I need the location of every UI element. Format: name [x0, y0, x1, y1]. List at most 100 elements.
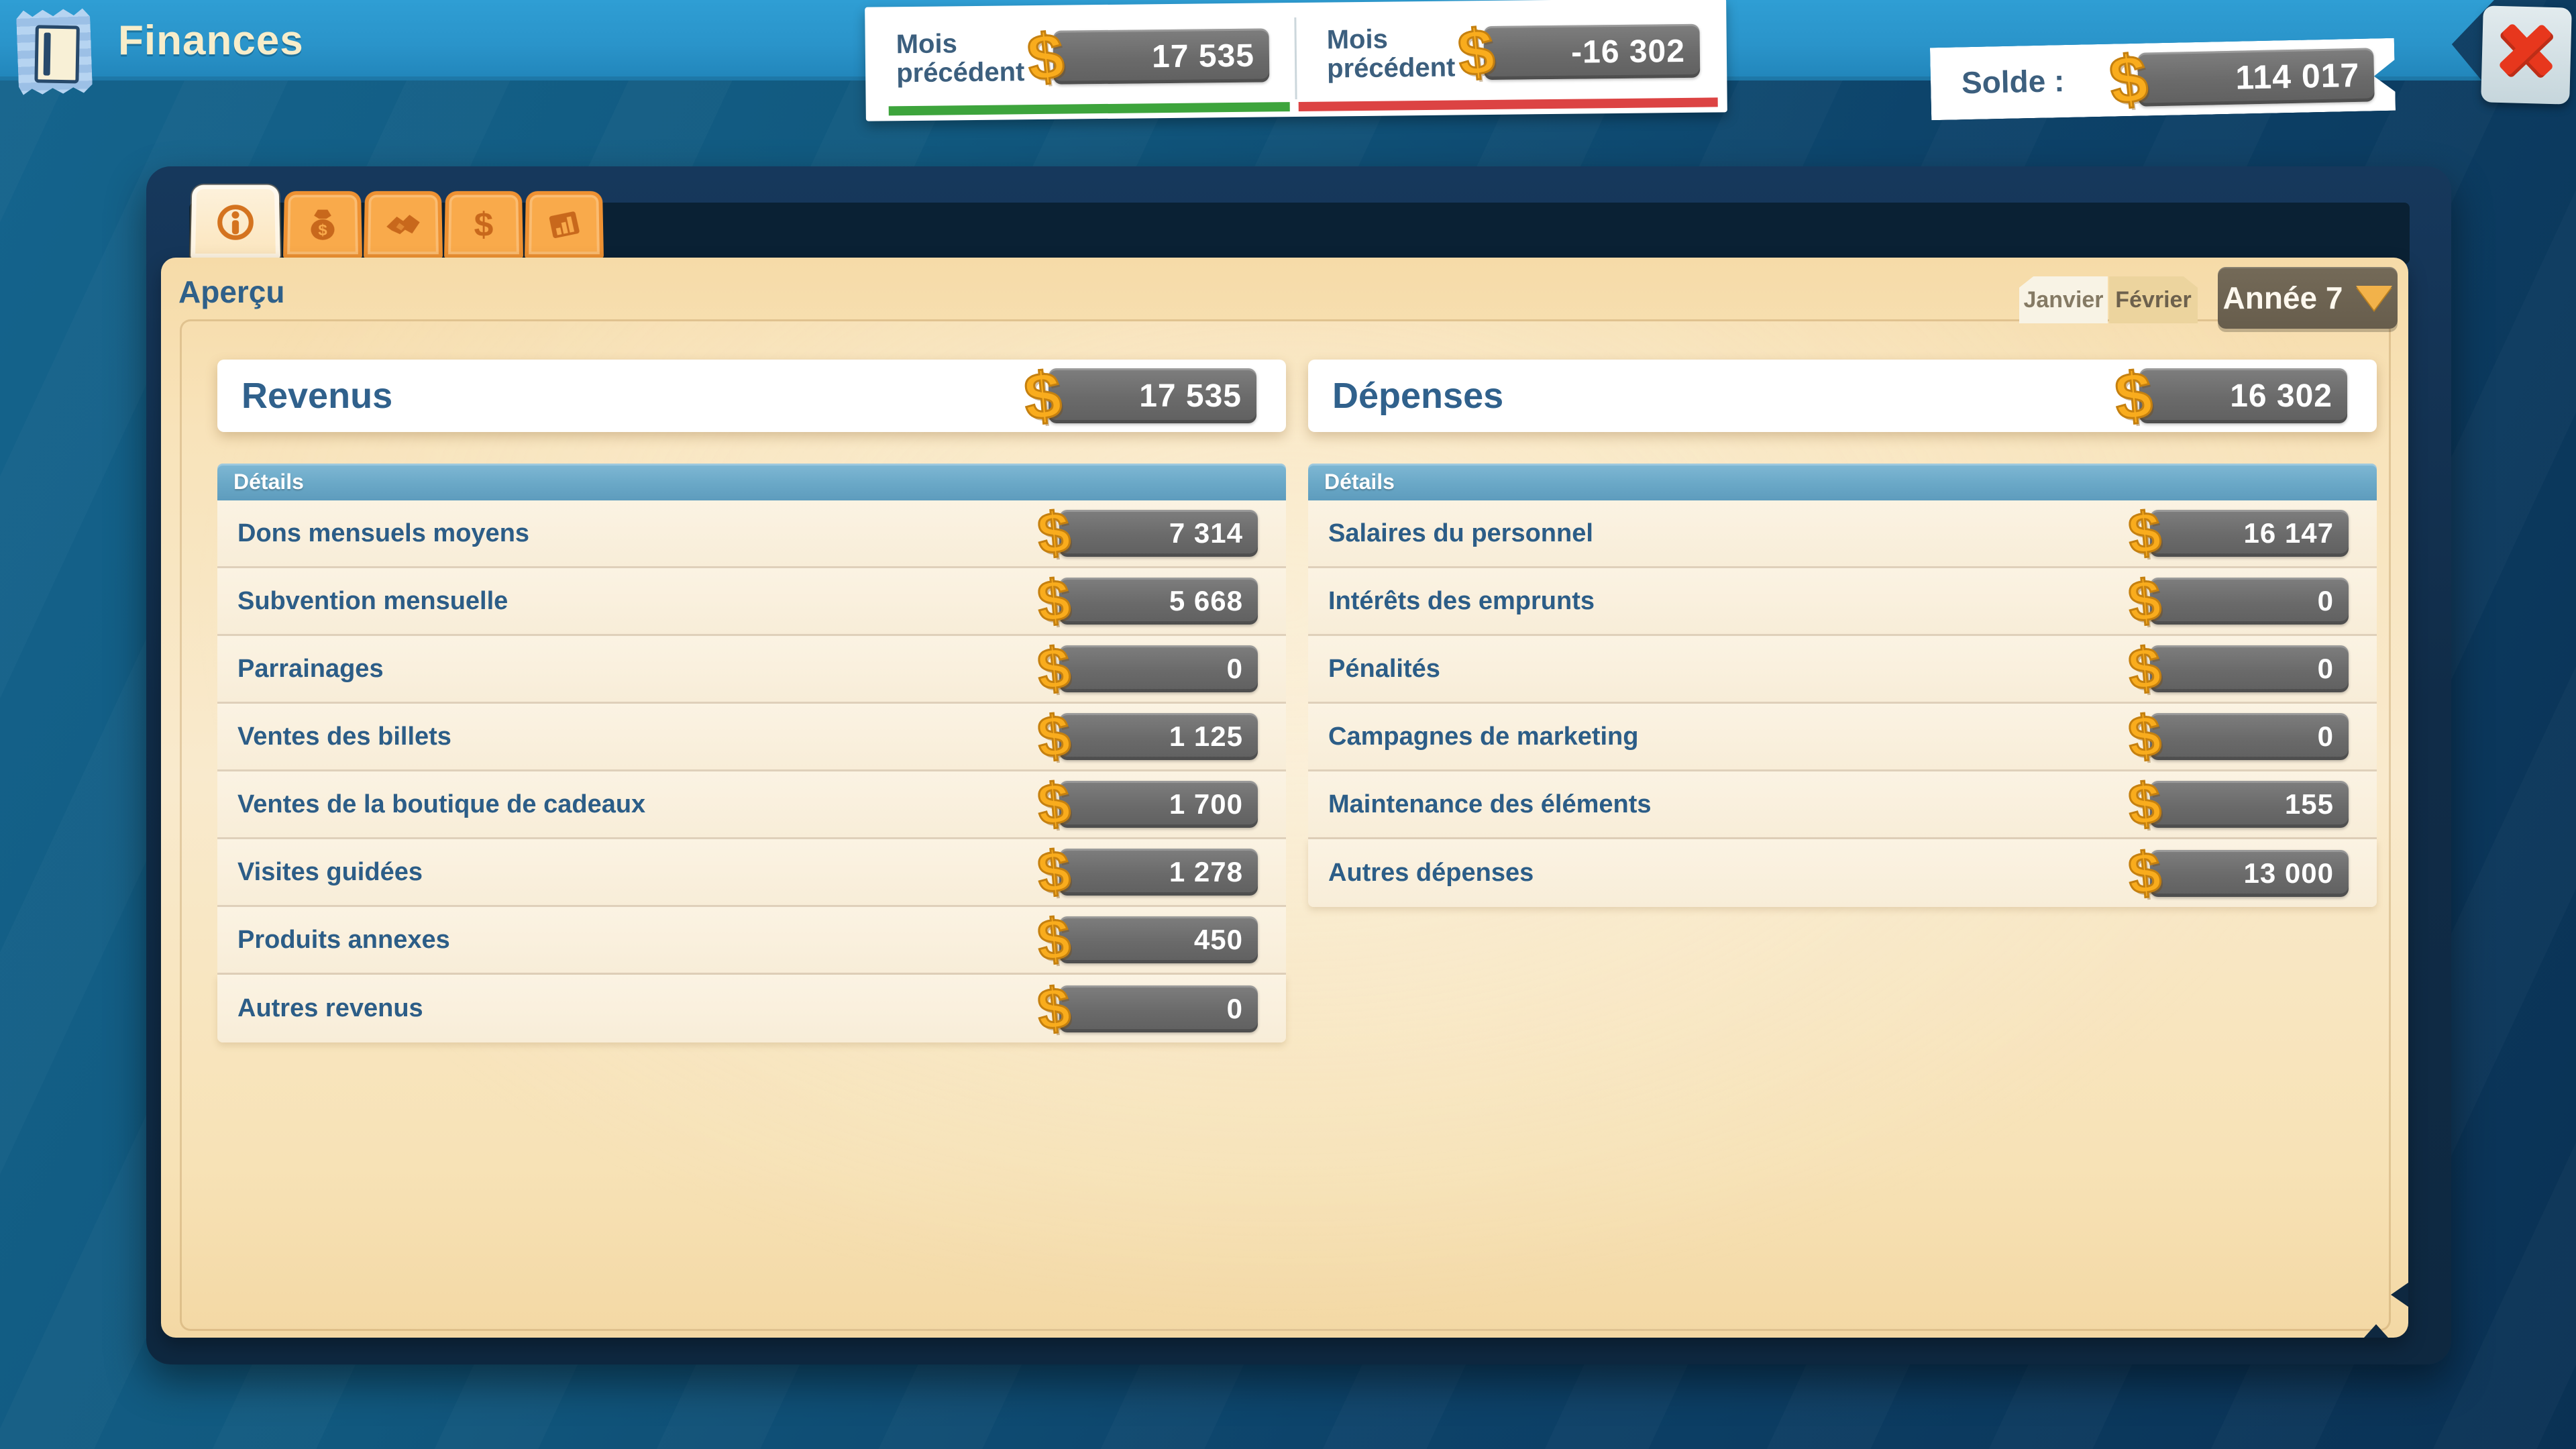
dollar-icon: $	[1035, 503, 1072, 564]
handshake-icon	[382, 205, 424, 245]
dollar-icon: $	[1455, 19, 1497, 87]
income-details-header: Détails	[217, 464, 1286, 500]
value-pill: -16 302	[1483, 24, 1700, 80]
value-pill: 1 278	[1059, 849, 1258, 896]
dollar-icon: $	[464, 205, 504, 244]
table-row: Salaires du personnel $16 147	[1308, 500, 2377, 568]
table-row: Campagnes de marketing $0	[1308, 704, 2377, 771]
tab-money[interactable]: $	[444, 191, 523, 258]
close-button[interactable]	[2481, 5, 2572, 104]
tab-overview[interactable]	[191, 185, 280, 258]
money-value: $ -16 302	[1483, 24, 1700, 80]
overview-panel: Aperçu Janvier Février Année 7 Revenus $…	[161, 258, 2408, 1338]
table-row: Intérêts des emprunts $0	[1308, 568, 2377, 636]
chevron-down-icon	[2356, 286, 2392, 310]
row-label: Ventes des billets	[217, 722, 1059, 751]
value-pill: 0	[2150, 645, 2349, 692]
row-label: Subvention mensuelle	[217, 587, 1059, 616]
dollar-icon: $	[1024, 24, 1067, 92]
money-value: $ 17 535	[1049, 368, 1256, 423]
dollar-icon: $	[1035, 842, 1072, 902]
money-value: $0	[2150, 578, 2349, 625]
panel-notch-right	[2391, 1283, 2408, 1307]
money-value: $0	[1059, 985, 1258, 1032]
dollar-icon: $	[1035, 571, 1072, 631]
dollar-icon: $	[1035, 639, 1072, 699]
svg-text:$: $	[474, 205, 494, 244]
table-row: Dons mensuels moyens $7 314	[217, 500, 1286, 568]
dollar-icon: $	[1035, 706, 1072, 767]
dollar-icon: $	[2126, 571, 2163, 631]
expenses-table: Salaires du personnel $16 147 Intérêts d…	[1308, 500, 2377, 907]
dollar-icon: $	[2126, 706, 2163, 767]
tab-charts[interactable]	[525, 191, 604, 258]
table-row: Produits annexes $450	[217, 907, 1286, 975]
expenses-details-header: Détails	[1308, 464, 2377, 500]
page-title: Aperçu	[178, 274, 284, 310]
row-label: Pénalités	[1308, 655, 2150, 684]
month-tab-fevrier[interactable]: Février	[2109, 276, 2198, 323]
money-value: $0	[2150, 713, 2349, 760]
value-pill: 16 302	[2139, 368, 2347, 423]
value-pill: 16 147	[2150, 510, 2349, 557]
chart-icon	[543, 205, 585, 245]
money-value: $0	[2150, 645, 2349, 692]
dollar-icon: $	[2126, 843, 2163, 904]
money-value: $ 16 302	[2139, 368, 2347, 423]
table-row: Subvention mensuelle $5 668	[217, 568, 1286, 636]
table-row: Autres dépenses $13 000	[1308, 839, 2377, 907]
value-pill: 17 535	[1053, 28, 1270, 84]
balance-panel: Solde : $ 114 017	[1930, 38, 2396, 120]
money-value: $450	[1059, 916, 1258, 963]
income-total-card: Revenus $ 17 535	[217, 360, 1286, 432]
expenses-title: Dépenses	[1308, 375, 2139, 417]
previous-month-summary: Mois précédent $ 17 535 Mois précédent $…	[865, 0, 1727, 121]
table-row: Visites guidées $1 278	[217, 839, 1286, 907]
row-label: Produits annexes	[217, 926, 1059, 955]
money-value: $155	[2150, 781, 2349, 828]
income-table: Dons mensuels moyens $7 314 Subvention m…	[217, 500, 1286, 1042]
month-tab-janvier[interactable]: Janvier	[2019, 276, 2108, 323]
money-bag-icon: $	[303, 205, 343, 244]
money-value: $1 125	[1059, 713, 1258, 760]
row-label: Parrainages	[217, 655, 1059, 684]
dollar-icon: $	[1035, 979, 1072, 1039]
window-title: Finances	[118, 0, 304, 80]
row-label: Autres revenus	[217, 994, 1059, 1023]
table-row: Ventes des billets $1 125	[217, 704, 1286, 771]
value-pill: 1 700	[1059, 781, 1258, 828]
year-selector[interactable]: Année 7	[2218, 267, 2398, 329]
row-label: Maintenance des éléments	[1308, 790, 2150, 819]
tab-contracts[interactable]	[364, 191, 443, 258]
row-label: Intérêts des emprunts	[1308, 587, 2150, 616]
dollar-icon: $	[2112, 362, 2155, 430]
dollar-icon: $	[2126, 639, 2163, 699]
value-pill: 450	[1059, 916, 1258, 963]
game-background: Finances Mois précédent $ 17 535 Mois pr…	[0, 0, 2576, 1449]
dollar-icon: $	[1022, 362, 1064, 430]
info-icon	[213, 200, 257, 242]
value-pill: 0	[2150, 578, 2349, 625]
year-label: Année 7	[2223, 280, 2343, 316]
table-row: Ventes de la boutique de cadeaux $1 700	[217, 771, 1286, 839]
value-pill: 17 535	[1049, 368, 1256, 423]
tab-income[interactable]: $	[283, 191, 362, 258]
row-label: Autres dépenses	[1308, 859, 2150, 888]
ledger-book-icon	[34, 25, 79, 83]
money-value: $13 000	[2150, 850, 2349, 897]
value-pill: 0	[1059, 645, 1258, 692]
value-pill: 1 125	[1059, 713, 1258, 760]
money-value: $0	[1059, 645, 1258, 692]
row-label: Campagnes de marketing	[1308, 722, 2150, 751]
finances-ticket-icon	[16, 8, 93, 95]
row-label: Salaires du personnel	[1308, 519, 2150, 548]
money-value: $1 700	[1059, 781, 1258, 828]
income-title: Revenus	[217, 375, 1049, 417]
money-value: $ 17 535	[1053, 28, 1270, 84]
table-row: Autres revenus $0	[217, 975, 1286, 1042]
dollar-icon: $	[2126, 503, 2163, 564]
expenses-total-card: Dépenses $ 16 302	[1308, 360, 2377, 432]
value-pill: 13 000	[2150, 850, 2349, 897]
money-value: $5 668	[1059, 578, 1258, 625]
table-row: Pénalités $0	[1308, 636, 2377, 704]
